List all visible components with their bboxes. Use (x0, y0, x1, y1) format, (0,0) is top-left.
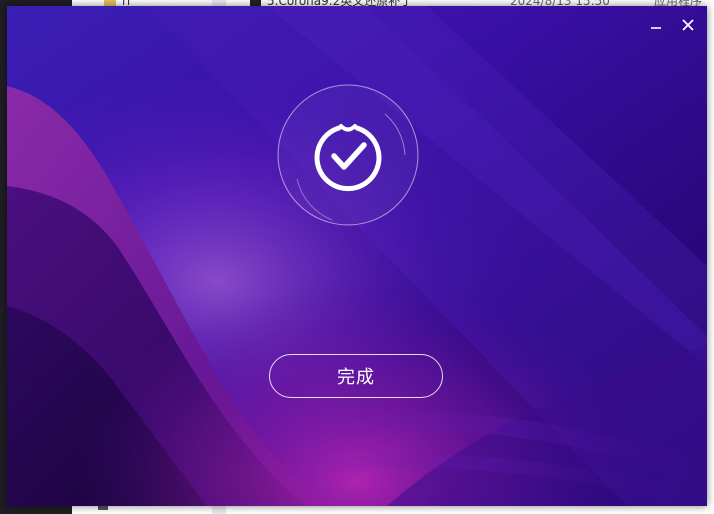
window-controls (645, 14, 699, 36)
success-status-ring (277, 84, 419, 226)
close-button[interactable] (677, 14, 699, 36)
wallpaper-background (7, 6, 707, 506)
close-icon (682, 19, 694, 31)
installer-window: 完成 (7, 6, 707, 506)
minimize-button[interactable] (645, 14, 667, 36)
minimize-icon (651, 27, 661, 29)
done-button[interactable]: 完成 (269, 354, 443, 398)
